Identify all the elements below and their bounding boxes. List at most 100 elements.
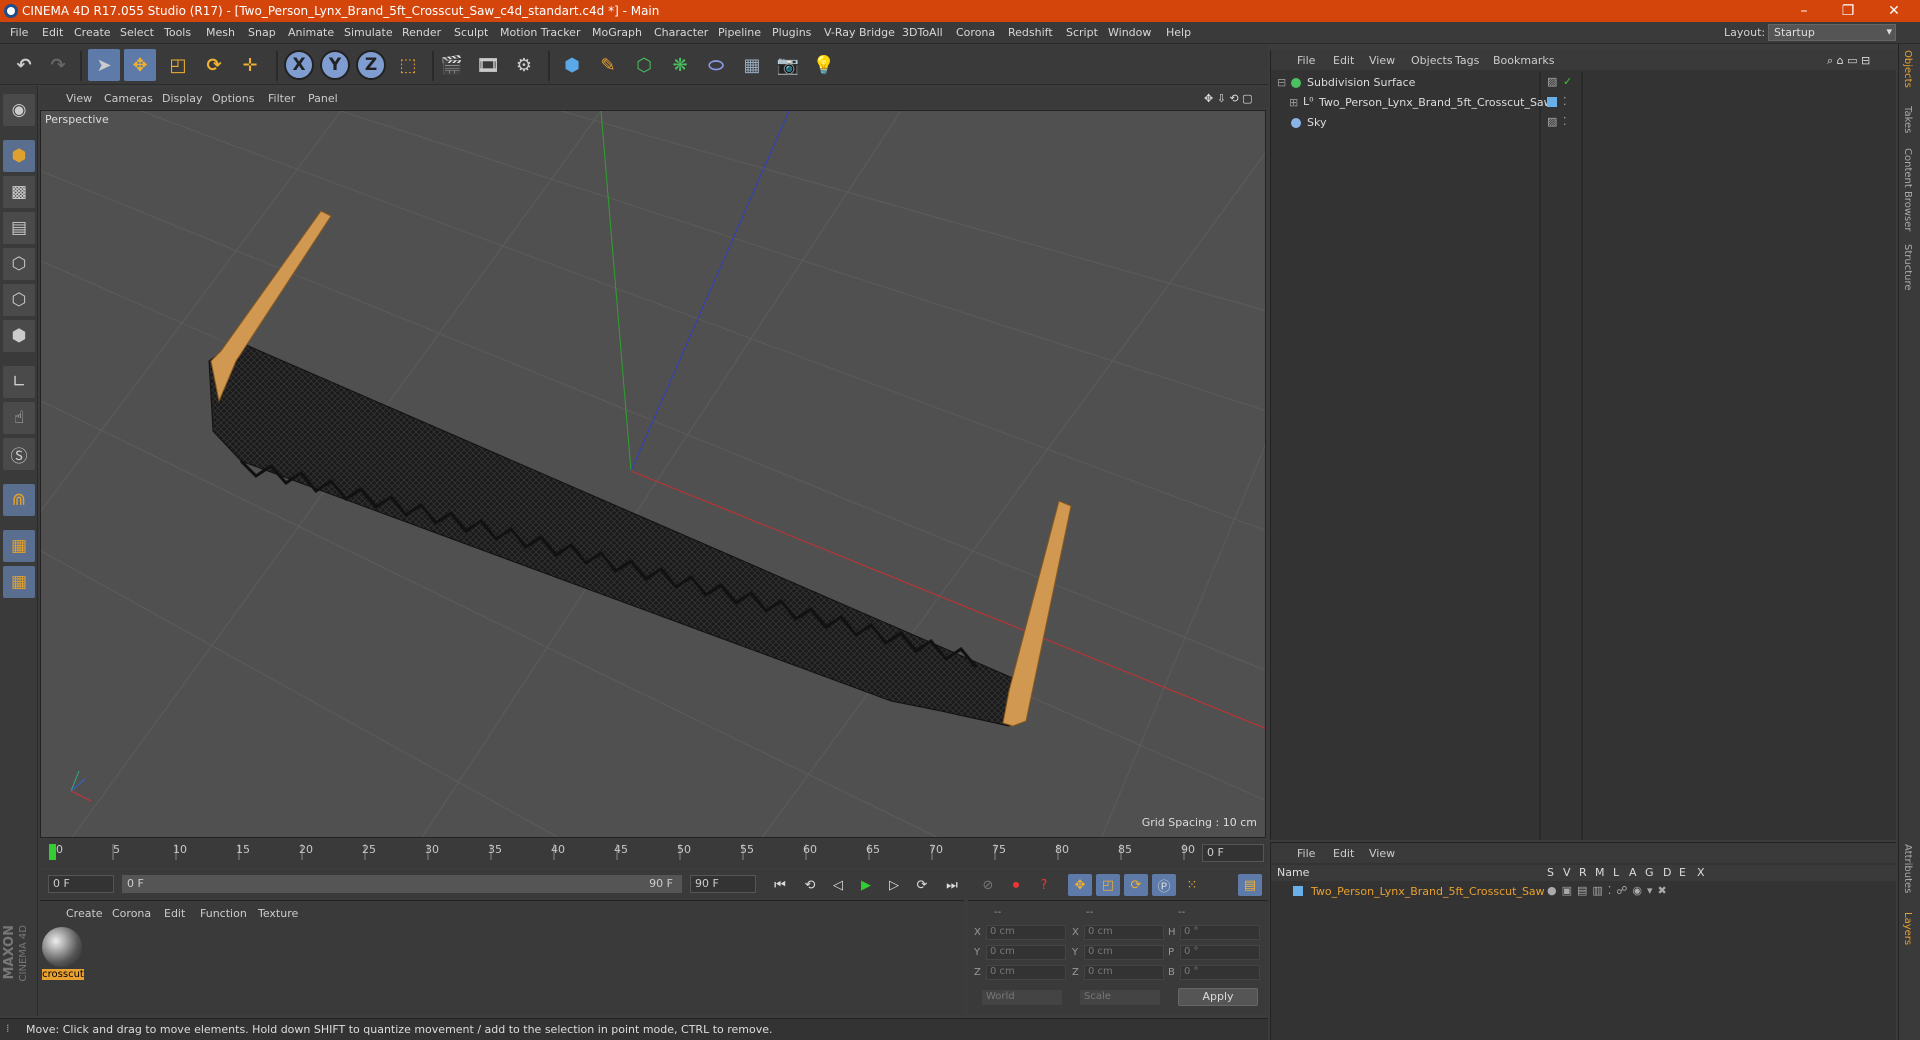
menu-edit[interactable]: Edit (42, 26, 63, 39)
material-swatch[interactable]: crosscut (42, 927, 84, 983)
key-parameter-icon[interactable]: Ⓟ (1152, 874, 1176, 896)
viewport-navigate-icon[interactable]: ✥ ⇩ ⟲ ▢ (1204, 92, 1253, 105)
cube-primitive-icon[interactable]: ⬢ (556, 49, 588, 81)
apply-button[interactable]: Apply (1178, 988, 1258, 1006)
live-select-icon[interactable]: ✛ (234, 49, 266, 81)
light-icon[interactable]: 💡 (808, 49, 840, 81)
object-menu-objects[interactable]: Objects (1411, 54, 1453, 67)
prev-frame-icon[interactable]: ◁ (826, 874, 850, 896)
edges-mode-icon[interactable]: ⬡ (3, 284, 35, 316)
visibility-dots-icon[interactable]: ⁚ (1563, 95, 1567, 108)
move-tool-icon[interactable]: ✥ (124, 49, 156, 81)
perspective-viewport[interactable]: Perspective Grid Spacing : 10 cm (40, 110, 1266, 838)
layer-flags-icon[interactable]: ●▣▤▥⁚☍◉▾✖ (1547, 884, 1672, 897)
deformer-icon[interactable]: ⬭ (700, 49, 732, 81)
visibility-toggle-icon[interactable]: ▨ (1547, 75, 1557, 88)
auto-key-icon[interactable]: ⏺ (1004, 874, 1028, 896)
collapse-toggle-icon[interactable]: ⊟ (1277, 76, 1286, 89)
layer-menu-view[interactable]: View (1369, 847, 1395, 860)
viewport-menu-cameras[interactable]: Cameras (104, 92, 153, 105)
layer-menu-file[interactable]: File (1297, 847, 1315, 860)
menu-3dtoall[interactable]: 3DToAll (902, 26, 943, 39)
menu-select[interactable]: Select (120, 26, 154, 39)
visibility-toggle-icon[interactable]: ▨ (1547, 115, 1557, 128)
menu-render[interactable]: Render (402, 26, 441, 39)
menu-snap[interactable]: Snap (248, 26, 276, 39)
size-x-field[interactable]: 0 cm (1084, 925, 1164, 940)
layer-row[interactable]: Two_Person_Lynx_Brand_5ft_Crosscut_Saw ●… (1271, 883, 1897, 901)
position-z-field[interactable]: 0 cm (986, 965, 1066, 980)
tab-content-browser[interactable]: Content Browser (1902, 148, 1913, 231)
timeline-window-icon[interactable]: ▤ (1238, 874, 1262, 896)
saw-blade[interactable] (208, 340, 1032, 727)
material-menu-edit[interactable]: Edit (164, 907, 185, 920)
enabled-check-icon[interactable]: ✓ (1563, 75, 1572, 88)
next-frame-icon[interactable]: ▷ (882, 874, 906, 896)
model-mode-icon[interactable]: ⬢ (3, 140, 35, 172)
floor-icon[interactable]: ▦ (736, 49, 768, 81)
object-row[interactable]: Sky ▨ ⁚ (1271, 114, 1897, 132)
z-axis-lock-icon[interactable]: Z (356, 50, 386, 80)
solo-mode-icon[interactable]: Ⓢ (3, 438, 35, 470)
planar-workplane-icon[interactable]: ▦ (3, 566, 35, 598)
x-axis-lock-icon[interactable]: X (284, 50, 314, 80)
tab-takes[interactable]: Takes (1902, 106, 1913, 133)
prev-key-icon[interactable]: ⟲ (798, 874, 822, 896)
menu-help[interactable]: Help (1166, 26, 1191, 39)
make-editable-icon[interactable]: ◉ (3, 94, 35, 126)
camera-icon[interactable]: 📷 (772, 49, 804, 81)
object-menu-view[interactable]: View (1369, 54, 1395, 67)
menu-plugins[interactable]: Plugins (772, 26, 811, 39)
menu-file[interactable]: File (10, 26, 28, 39)
workplane-lock-icon[interactable]: ▦ (3, 530, 35, 562)
position-y-field[interactable]: 0 cm (986, 945, 1066, 960)
object-row[interactable]: ⊞ L⁰ Two_Person_Lynx_Brand_5ft_Crosscut_… (1271, 94, 1897, 112)
object-menu-file[interactable]: File (1297, 54, 1315, 67)
material-menu-corona[interactable]: Corona (112, 907, 151, 920)
goto-end-icon[interactable]: ⏭ (940, 874, 964, 896)
menu-pipeline[interactable]: Pipeline (718, 26, 761, 39)
close-button[interactable]: ✕ (1874, 1, 1914, 21)
layer-menu-edit[interactable]: Edit (1333, 847, 1354, 860)
minimize-button[interactable]: – (1784, 1, 1824, 21)
menu-redshift[interactable]: Redshift (1008, 26, 1053, 39)
frame-range-slider[interactable]: 0 F 90 F (122, 875, 682, 893)
menu-sculpt[interactable]: Sculpt (454, 26, 488, 39)
current-frame-field[interactable]: 0 F (1202, 844, 1264, 862)
axis-mode-icon[interactable]: ∟ (3, 366, 35, 398)
keyframe-selection-icon[interactable]: ? (1032, 874, 1056, 896)
play-icon[interactable]: ▶ (854, 874, 878, 896)
layout-select[interactable]: Startup (1768, 24, 1896, 41)
position-x-field[interactable]: 0 cm (986, 925, 1066, 940)
menu-mograph[interactable]: MoGraph (592, 26, 642, 39)
undo-icon[interactable]: ↶ (8, 49, 40, 81)
menu-corona[interactable]: Corona (956, 26, 995, 39)
menu-create[interactable]: Create (74, 26, 111, 39)
viewport-menu-view[interactable]: View (66, 92, 92, 105)
tab-layers[interactable]: Layers (1902, 912, 1913, 945)
menu-motion-tracker[interactable]: Motion Tracker (500, 26, 580, 39)
coordinate-mode-select[interactable]: World (982, 990, 1062, 1005)
object-row[interactable]: ⊟ Subdivision Surface ▨ ✓ (1271, 74, 1897, 92)
key-position-icon[interactable]: ✥ (1068, 874, 1092, 896)
goto-start-icon[interactable]: ⏮ (768, 874, 792, 896)
pen-spline-icon[interactable]: ✎ (592, 49, 624, 81)
workplane-mode-icon[interactable]: ▤ (3, 212, 35, 244)
saw-handle-right[interactable] (1002, 500, 1072, 727)
y-axis-lock-icon[interactable]: Y (320, 50, 350, 80)
texture-mode-icon[interactable]: ▩ (3, 176, 35, 208)
menu-script[interactable]: Script (1066, 26, 1098, 39)
rotation-p-field[interactable]: 0 ° (1180, 945, 1260, 960)
viewport-menu-display[interactable]: Display (162, 92, 203, 105)
select-tool-icon[interactable]: ➤ (88, 49, 120, 81)
key-rotation-icon[interactable]: ⟳ (1124, 874, 1148, 896)
viewport-menu-options[interactable]: Options (212, 92, 254, 105)
menu-window[interactable]: Window (1108, 26, 1151, 39)
object-search-icon[interactable]: ⌕ ⌂ ▭ ⊟ (1827, 54, 1870, 68)
restore-button[interactable]: ❐ (1828, 1, 1868, 21)
menu-vray-bridge[interactable]: V-Ray Bridge (824, 26, 895, 39)
timeline-ruler[interactable]: 0 5 10 15 20 25 30 35 40 45 50 55 60 65 … (40, 840, 1268, 868)
object-menu-edit[interactable]: Edit (1333, 54, 1354, 67)
next-key-icon[interactable]: ⟳ (910, 874, 934, 896)
size-y-field[interactable]: 0 cm (1084, 945, 1164, 960)
